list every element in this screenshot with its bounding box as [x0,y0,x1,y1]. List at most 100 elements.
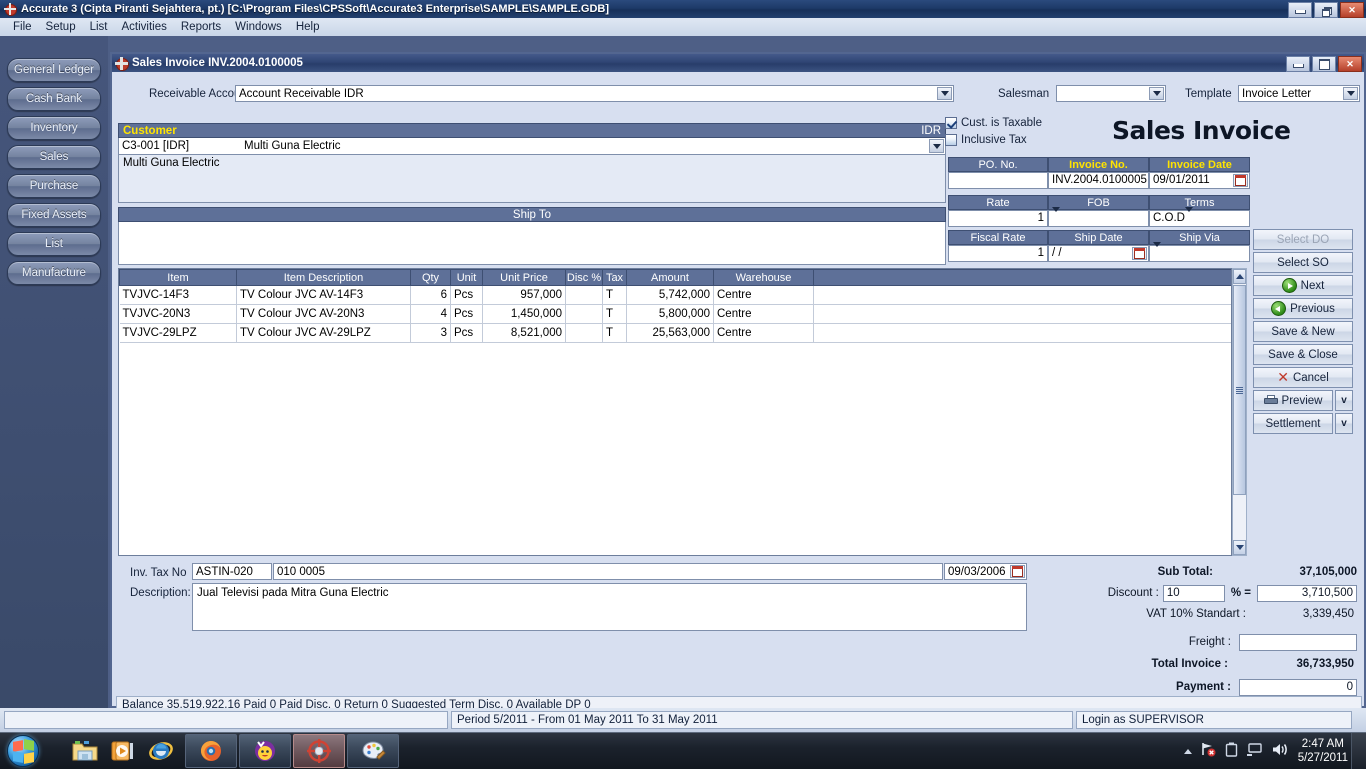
cell-amount[interactable]: 5,800,000 [627,305,714,324]
chevron-down-icon[interactable] [1343,87,1358,100]
network-error-icon[interactable] [1200,742,1217,760]
explorer-icon[interactable] [67,735,103,767]
invoice-maximize-button[interactable] [1312,56,1336,72]
menu-item-setup[interactable]: Setup [39,20,83,34]
fiscal-rate-input[interactable]: 1 [948,245,1048,262]
preview-dropdown-button[interactable]: v [1335,390,1353,411]
inv-tax-no-prefix-input[interactable]: ASTIN-020 [192,563,272,580]
show-desktop-button[interactable] [1351,733,1366,769]
scrollbar-thumb[interactable] [1233,285,1246,495]
col-item[interactable]: Item [120,270,237,286]
cancel-button[interactable]: ✕ Cancel [1253,367,1353,388]
start-button[interactable] [1,734,45,768]
battery-icon[interactable] [1225,742,1238,760]
sidebar-item-cash-bank[interactable]: Cash Bank [7,87,101,111]
cell-warehouse[interactable]: Centre [714,286,814,305]
calendar-icon[interactable] [1132,247,1147,260]
checkbox-icon[interactable] [945,134,957,146]
cell-item[interactable]: TVJVC-14F3 [120,286,237,305]
sidebar-item-manufacture[interactable]: Manufacture [7,261,101,285]
col-unit[interactable]: Unit [451,270,483,286]
cell-unit[interactable]: Pcs [451,305,483,324]
settlement-button[interactable]: Settlement [1253,413,1333,434]
settlement-dropdown-button[interactable]: v [1335,413,1353,434]
cell-disc[interactable] [566,324,603,343]
payment-input[interactable]: 0 [1239,679,1357,696]
cell-item[interactable]: TVJVC-20N3 [120,305,237,324]
ship-to-field[interactable] [118,222,946,265]
display-icon[interactable] [1246,742,1263,760]
chevron-down-icon[interactable] [937,87,952,100]
cell-disc[interactable] [566,305,603,324]
checkbox-icon[interactable] [945,117,957,129]
chevron-down-icon[interactable] [929,139,944,153]
sidebar-item-fixed-assets[interactable]: Fixed Assets [7,203,101,227]
cell-unit[interactable]: Pcs [451,286,483,305]
next-button[interactable]: Next [1253,275,1353,296]
cell-unit-price[interactable]: 957,000 [483,286,566,305]
discount-percent-input[interactable]: 10 [1163,585,1225,602]
cell-qty[interactable]: 3 [411,324,451,343]
description-textarea[interactable]: Jual Televisi pada Mitra Guna Electric [192,583,1027,631]
sidebar-item-inventory[interactable]: Inventory [7,116,101,140]
minimize-button[interactable] [1288,2,1312,18]
internet-explorer-icon[interactable] [143,735,179,767]
cust-taxable-checkbox-row[interactable]: Cust. is Taxable [945,117,1042,129]
cell-disc[interactable] [566,286,603,305]
rate-input[interactable]: 1 [948,210,1048,227]
cell-amount[interactable]: 5,742,000 [627,286,714,305]
cell-qty[interactable]: 4 [411,305,451,324]
scroll-up-button[interactable] [1233,269,1246,284]
fob-combo[interactable] [1048,210,1149,227]
inv-tax-date-input[interactable]: 09/03/2006 [944,563,1027,580]
show-hidden-icons-button[interactable] [1184,749,1192,754]
invoice-date-input[interactable]: 09/01/2011 [1149,172,1250,189]
chevron-down-icon[interactable] [1149,87,1164,100]
scroll-down-button[interactable] [1233,540,1246,555]
yahoo-messenger-icon[interactable] [239,734,291,768]
ship-via-combo[interactable] [1149,245,1250,262]
cell-tax[interactable]: T [603,286,627,305]
table-row[interactable]: TVJVC-29LPZ TV Colour JVC AV-29LPZ 3 Pcs… [120,324,1232,343]
invoice-minimize-button[interactable] [1286,56,1310,72]
cell-description[interactable]: TV Colour JVC AV-20N3 [237,305,411,324]
menu-item-list[interactable]: List [83,20,115,34]
po-no-input[interactable] [948,172,1048,189]
firefox-icon[interactable] [185,734,237,768]
media-player-icon[interactable] [105,735,141,767]
invoice-no-input[interactable]: INV.2004.0100005 [1048,172,1149,189]
sidebar-item-purchase[interactable]: Purchase [7,174,101,198]
previous-button[interactable]: Previous [1253,298,1353,319]
table-row[interactable]: TVJVC-20N3 TV Colour JVC AV-20N3 4 Pcs 1… [120,305,1232,324]
col-item-description[interactable]: Item Description [237,270,411,286]
calendar-icon[interactable] [1010,565,1025,578]
inv-tax-no-input[interactable]: 010 0005 [273,563,943,580]
cell-qty[interactable]: 6 [411,286,451,305]
cell-description[interactable]: TV Colour JVC AV-14F3 [237,286,411,305]
col-qty[interactable]: Qty [411,270,451,286]
cell-description[interactable]: TV Colour JVC AV-29LPZ [237,324,411,343]
select-do-button[interactable]: Select DO [1253,229,1353,250]
template-combo[interactable]: Invoice Letter [1238,85,1360,102]
menu-item-reports[interactable]: Reports [174,20,228,34]
chevron-down-icon[interactable] [1153,242,1161,259]
sidebar-item-sales[interactable]: Sales [7,145,101,169]
preview-button[interactable]: Preview [1253,390,1333,411]
salesman-combo[interactable] [1056,85,1166,102]
restore-button[interactable] [1314,2,1338,18]
cell-unit[interactable]: Pcs [451,324,483,343]
grid-vertical-scrollbar[interactable] [1232,268,1247,556]
select-so-button[interactable]: Select SO [1253,252,1353,273]
customer-select-row[interactable]: C3-001 [IDR] Multi Guna Electric [118,138,946,155]
clock[interactable]: 2:47 AM 5/27/2011 [1298,737,1348,765]
col-warehouse[interactable]: Warehouse [714,270,814,286]
paint-icon[interactable] [347,734,399,768]
col-tax[interactable]: Tax [603,270,627,286]
discount-amount-value[interactable]: 3,710,500 [1257,585,1357,602]
col-disc-pct[interactable]: Disc % [566,270,603,286]
volume-icon[interactable] [1271,742,1290,760]
chevron-down-icon[interactable] [1185,207,1193,224]
menu-item-file[interactable]: File [6,20,39,34]
col-unit-price[interactable]: Unit Price [483,270,566,286]
col-amount[interactable]: Amount [627,270,714,286]
